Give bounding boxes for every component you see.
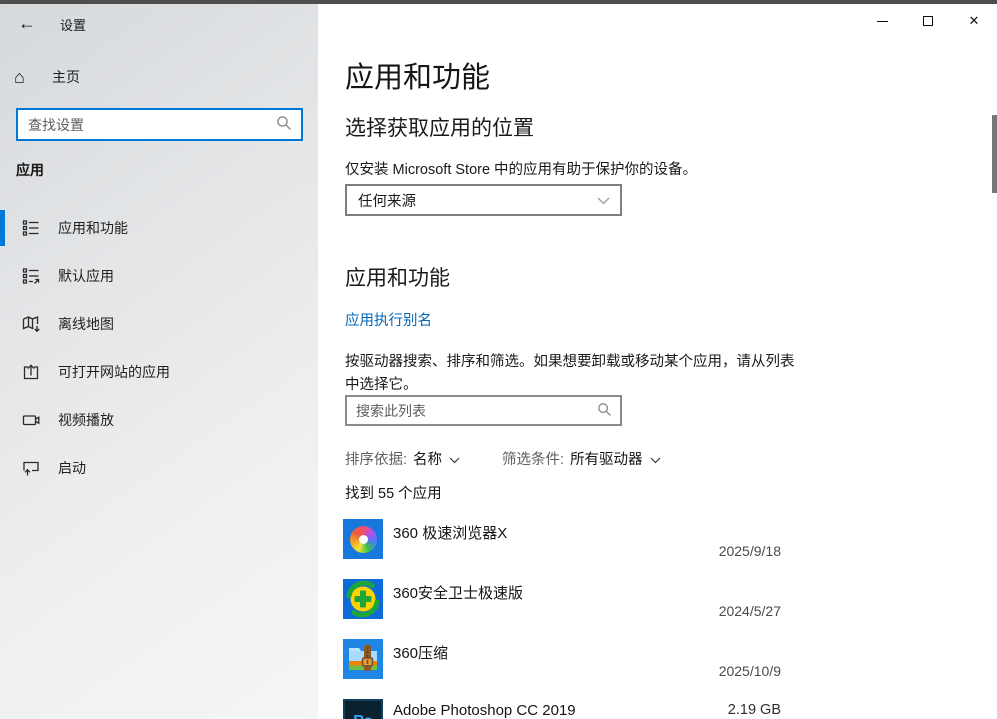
back-button[interactable]: ← — [8, 8, 46, 38]
sort-filter-row: 排序依据: 名称 筛选条件: 所有驱动器 — [345, 448, 661, 469]
search-icon — [276, 115, 292, 134]
settings-search-box — [16, 108, 303, 141]
app-name: 360安全卫士极速版 — [393, 582, 523, 603]
app-install-date: 2024/5/27 — [719, 603, 781, 619]
apps-features-heading: 应用和功能 — [345, 262, 450, 292]
filter-group: 筛选条件: 所有驱动器 — [502, 448, 661, 469]
choose-source-heading: 选择获取应用的位置 — [345, 112, 534, 142]
sidebar-item-label: 应用和功能 — [58, 218, 128, 238]
choose-source-description: 仅安装 Microsoft Store 中的应用有助于保护你的设备。 — [345, 158, 697, 179]
app-size: 2.19 GB — [728, 702, 781, 718]
sort-by-label: 排序依据: — [345, 448, 407, 469]
apps-features-icon — [21, 219, 41, 237]
default-apps-icon — [21, 267, 41, 285]
sidebar: ← 设置 ⌂ 主页 应用 应用和功能 — [0, 4, 318, 719]
app-source-dropdown-value: 任何来源 — [347, 190, 597, 211]
app-list-search-input[interactable] — [347, 403, 597, 419]
minimize-icon — [877, 21, 888, 22]
selected-indicator — [0, 354, 5, 390]
selected-indicator — [0, 210, 5, 246]
app-install-date: 2025/9/18 — [719, 543, 781, 559]
sidebar-item-apps-features[interactable]: 应用和功能 — [0, 208, 318, 248]
app-name: 360压缩 — [393, 642, 448, 663]
search-icon — [597, 402, 612, 420]
sidebar-item-apps-for-websites[interactable]: 可打开网站的应用 — [0, 352, 318, 392]
chevron-down-icon[interactable] — [449, 452, 460, 468]
app-row-360-safe[interactable]: 360安全卫士极速版 2024/5/27 — [343, 579, 781, 639]
selected-indicator — [0, 450, 5, 486]
offline-maps-icon — [21, 315, 41, 333]
sidebar-item-label: 视频播放 — [58, 410, 114, 430]
apps-for-websites-icon — [21, 363, 41, 381]
filter-by-value[interactable]: 所有驱动器 — [570, 448, 643, 469]
sidebar-item-label: 离线地图 — [58, 314, 114, 334]
app-icon-360-safe-guard — [343, 579, 383, 619]
sidebar-item-offline-maps[interactable]: 离线地图 — [0, 304, 318, 344]
video-playback-icon — [21, 411, 41, 429]
window-title: 设置 — [60, 15, 86, 34]
app-icon-360-speed-browser — [343, 519, 383, 559]
sort-by-value[interactable]: 名称 — [413, 448, 442, 469]
app-row-360-zip[interactable]: 360压缩 2025/10/9 — [343, 639, 781, 699]
app-name: Adobe Photoshop CC 2019 — [393, 702, 576, 719]
main-content: ✕ 应用和功能 选择获取应用的位置 仅安装 Microsoft Store 中的… — [318, 4, 997, 719]
sidebar-item-label: 可打开网站的应用 — [58, 362, 170, 382]
chevron-down-icon[interactable] — [650, 452, 661, 468]
app-source-dropdown[interactable]: 任何来源 — [345, 184, 622, 216]
ps-glyph: Ps — [353, 713, 373, 719]
sidebar-item-startup[interactable]: 启动 — [0, 448, 318, 488]
sidebar-item-default-apps[interactable]: 默认应用 — [0, 256, 318, 296]
app-icon-photoshop: Ps — [343, 699, 383, 719]
apps-found-count: 找到 55 个应用 — [345, 482, 442, 503]
chevron-down-icon — [597, 192, 610, 208]
back-arrow-icon: ← — [18, 13, 36, 34]
home-label: 主页 — [52, 67, 80, 87]
settings-window: ← 设置 ⌂ 主页 应用 应用和功能 — [0, 0, 997, 719]
app-icon-360-zip — [343, 639, 383, 679]
close-icon: ✕ — [969, 13, 980, 29]
maximize-button[interactable] — [905, 4, 951, 38]
selected-indicator — [0, 306, 5, 342]
sidebar-item-label: 启动 — [58, 458, 86, 478]
settings-search-input[interactable] — [18, 117, 276, 133]
app-name: 360 极速浏览器X — [393, 522, 507, 543]
app-row-360-browser[interactable]: 360 极速浏览器X 2025/9/18 — [343, 519, 781, 579]
close-button[interactable]: ✕ — [951, 4, 997, 38]
app-execution-aliases-link[interactable]: 应用执行别名 — [345, 309, 432, 330]
window-controls: ✕ — [859, 4, 997, 38]
home-icon: ⌂ — [14, 67, 44, 88]
sidebar-item-video-playback[interactable]: 视频播放 — [0, 400, 318, 440]
sidebar-item-home[interactable]: ⌂ 主页 — [14, 62, 80, 92]
minimize-button[interactable] — [859, 4, 905, 38]
sidebar-item-label: 默认应用 — [58, 266, 114, 286]
apps-list-description: 按驱动器搜索、排序和筛选。如果想要卸载或移动某个应用，请从列表中选择它。 — [345, 351, 801, 397]
app-row-photoshop[interactable]: Ps Adobe Photoshop CC 2019 2.19 GB — [343, 699, 781, 719]
startup-icon — [21, 459, 41, 477]
selected-indicator — [0, 402, 5, 438]
page-title: 应用和功能 — [345, 54, 490, 96]
sidebar-section-label: 应用 — [16, 160, 44, 180]
app-list-search-box — [345, 395, 622, 426]
vertical-scrollbar[interactable] — [992, 115, 997, 193]
selected-indicator — [0, 258, 5, 294]
app-install-date: 2025/10/9 — [719, 663, 781, 679]
maximize-icon — [923, 16, 933, 26]
filter-by-label: 筛选条件: — [502, 448, 564, 469]
